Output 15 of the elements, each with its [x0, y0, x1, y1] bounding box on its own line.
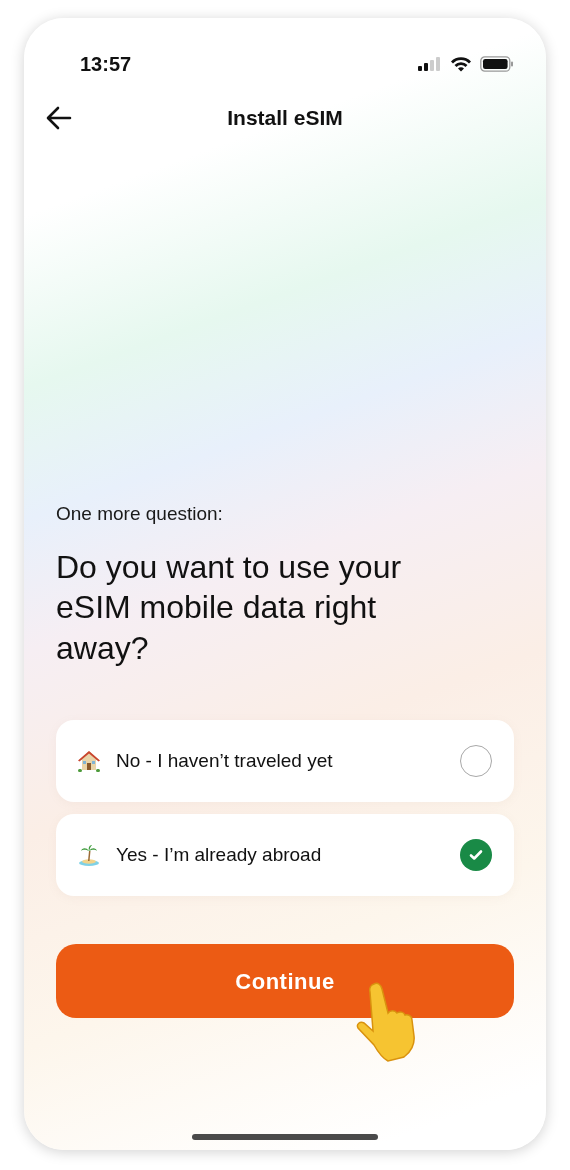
- house-icon: [78, 750, 100, 773]
- island-icon: [78, 844, 100, 867]
- answer-option[interactable]: No - I haven’t traveled yet: [56, 720, 514, 803]
- screen-title: Install eSIM: [227, 105, 343, 132]
- intro-text: One more question:: [56, 502, 224, 526]
- wifi-icon: [450, 56, 472, 72]
- answer-option[interactable]: Yes - I’m already abroad: [56, 814, 514, 897]
- radio-checked[interactable]: [460, 839, 492, 872]
- status-time: 13:57: [80, 52, 132, 77]
- battery-icon: [480, 56, 514, 72]
- radio-unchecked[interactable]: [460, 745, 492, 778]
- question-heading: Do you want to use your eSIM mobile data right away?: [56, 547, 403, 668]
- option-label: No - I haven’t traveled yet: [116, 749, 334, 774]
- option-label: Yes - I’m already abroad: [116, 843, 323, 868]
- signal-icon: [418, 57, 442, 71]
